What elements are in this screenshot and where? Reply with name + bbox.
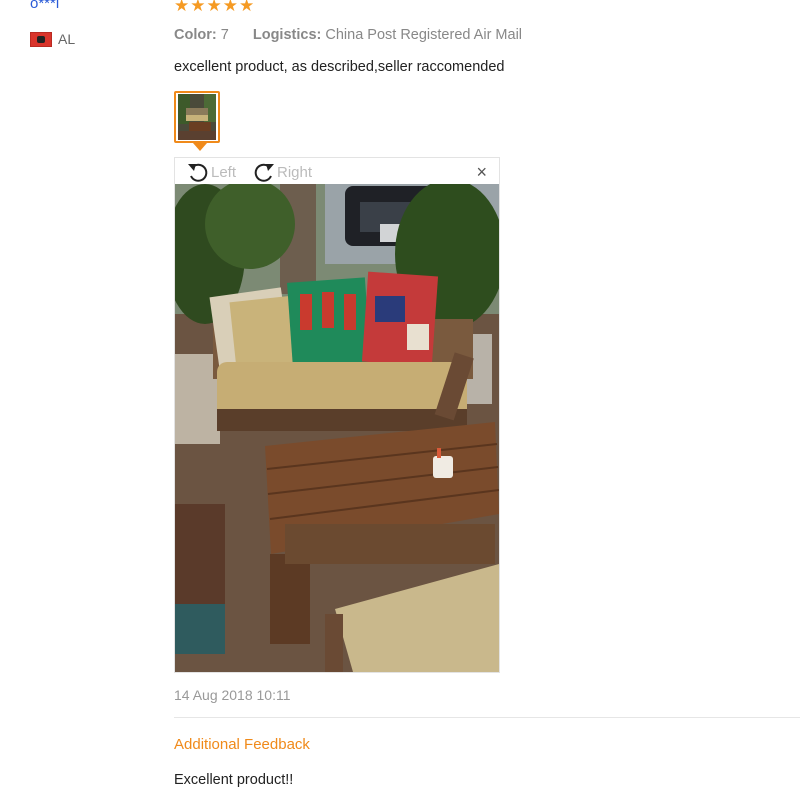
star-rating: ★ ★ ★ ★ ★: [174, 0, 254, 14]
rotate-right-button[interactable]: Right: [251, 160, 312, 184]
thumbnail-image: [178, 94, 216, 140]
review-text: excellent product, as described,seller r…: [174, 59, 505, 75]
star-icon: ★: [239, 0, 255, 15]
thumbnail-pointer: [193, 143, 207, 151]
flag-icon: [30, 31, 52, 47]
divider: [174, 717, 800, 718]
additional-feedback-title: Additional Feedback: [174, 736, 310, 753]
rotate-right-label: Right: [277, 163, 313, 181]
star-icon: ★: [190, 0, 206, 15]
star-icon: ★: [222, 0, 238, 15]
review-date: 14 Aug 2018 10:11: [174, 687, 291, 703]
review-photo: [175, 184, 499, 672]
color-label: Color:: [174, 27, 217, 43]
rotate-left-button[interactable]: Left: [185, 160, 236, 184]
logistics-label: Logistics:: [252, 27, 322, 43]
logistics-value: China Post Registered Air Mail: [325, 27, 523, 43]
viewer-toolbar: Left Right ×: [175, 158, 499, 185]
reviewer-country: AL: [30, 31, 75, 47]
image-viewer: Left Right ×: [174, 157, 500, 673]
rotate-left-label: Left: [211, 163, 237, 181]
review-photo-thumbnail[interactable]: [174, 91, 220, 143]
color-value: 7: [220, 27, 229, 43]
review-meta: Color: 7 Logistics: China Post Registere…: [174, 27, 522, 43]
additional-feedback-text: Excellent product!!: [174, 772, 294, 788]
reviewer-name[interactable]: o***i: [30, 0, 59, 12]
rotate-left-icon: [188, 163, 208, 182]
rotate-right-icon: [254, 163, 274, 182]
star-icon: ★: [174, 0, 190, 15]
close-icon[interactable]: ×: [476, 163, 487, 181]
star-icon: ★: [206, 0, 222, 15]
country-code: AL: [58, 31, 76, 47]
